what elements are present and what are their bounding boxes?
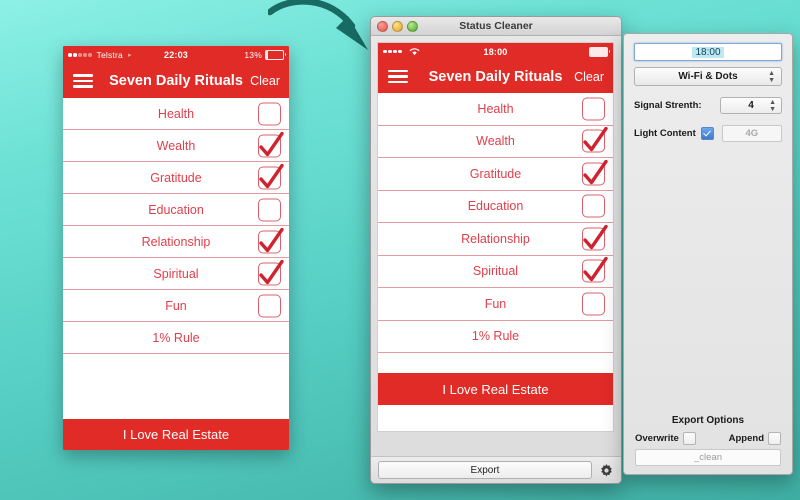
list-item-label: Spiritual [153, 266, 199, 281]
list-item[interactable]: Spiritual [63, 258, 289, 290]
window-title: Status Cleaner [459, 20, 533, 32]
list-item[interactable]: Wealth [378, 125, 613, 158]
append-label: Append [728, 433, 764, 444]
list-item-checkbox[interactable] [582, 162, 605, 186]
list-item-label: Spiritual [472, 264, 519, 279]
phone-footer-banner[interactable]: I Love Real Estate [63, 419, 289, 450]
light-content-label: Light Content [634, 128, 696, 139]
list-item[interactable]: Relationship [63, 226, 289, 258]
list-empty-space [63, 354, 289, 419]
phone-clock: 22:03 [163, 50, 189, 60]
list-item[interactable]: Spiritual [378, 255, 613, 288]
preview-clock: 18:00 [483, 46, 508, 57]
list-item-checkbox[interactable] [258, 262, 281, 285]
list-item-label: 1% Rule [152, 330, 200, 345]
list-item-label: Wealth [156, 138, 196, 153]
phone-preview: 18:00 Seven Daily Rituals Clear Health We… [377, 42, 614, 432]
iphone-mockup: Telstra ▸ 22:03 13% Seven Daily Rituals … [63, 46, 289, 450]
hamburger-icon[interactable] [73, 74, 93, 88]
list-item-label: Education [148, 202, 204, 217]
list-item-checkbox[interactable] [582, 259, 605, 283]
list-item-checkbox[interactable] [582, 129, 605, 153]
signal-strength-value: 4 [748, 100, 754, 111]
list-item-checkbox[interactable] [258, 102, 281, 125]
mac-window-body: 18:00 Seven Daily Rituals Clear Health We… [371, 36, 621, 432]
list-item-checkbox[interactable] [258, 134, 281, 157]
preview-nav-bar: Seven Daily Rituals Clear [378, 60, 613, 93]
list-item[interactable]: Health [378, 93, 613, 126]
export-button[interactable]: Export [378, 461, 592, 479]
carrier-input[interactable]: 4G [721, 125, 782, 142]
clear-button[interactable]: Clear [574, 70, 604, 84]
ritual-list: Health Wealth Gratitude Education Relationsh… [378, 93, 613, 353]
signal-strength-stepper[interactable]: 4 ▲ ▼ [720, 97, 782, 114]
signal-strength-row: Signal Strenth: 4 ▲ ▼ [634, 97, 782, 114]
status-style-select[interactable]: Wi-Fi & Dots ▲ ▼ [634, 67, 782, 86]
list-item[interactable]: Gratitude [378, 158, 613, 191]
overwrite-checkbox[interactable] [682, 432, 696, 445]
phone-status-bar: Telstra ▸ 22:03 13% [63, 46, 289, 64]
list-item[interactable]: Fun [378, 288, 613, 321]
list-item-checkbox[interactable] [582, 194, 605, 218]
settings-form: 18:00 Wi-Fi & Dots ▲ ▼ Signal Strenth: 4 … [624, 34, 792, 142]
list-item-label: Relationship [141, 234, 211, 249]
mac-title-bar[interactable]: Status Cleaner [371, 17, 621, 36]
list-item-checkbox[interactable] [258, 166, 281, 189]
preview-status-bar: 18:00 [378, 43, 613, 60]
list-item-label: Gratitude [469, 166, 522, 181]
chevron-updown-icon: ▲ ▼ [769, 98, 776, 113]
phone-nav-bar: Seven Daily Rituals Clear [63, 64, 289, 98]
list-item[interactable]: 1% Rule [63, 322, 289, 354]
ritual-list: Health Wealth Gratitude Education Relationsh… [63, 98, 289, 354]
list-item[interactable]: 1% Rule [378, 320, 613, 353]
signal-strength-label: Signal Strenth: [634, 100, 702, 111]
mac-window: Status Cleaner 18:00 Seven Daily Rituals… [370, 16, 622, 484]
list-item[interactable]: Fun [63, 290, 289, 322]
list-item[interactable]: Gratitude [63, 162, 289, 194]
list-item-label: Wealth [476, 134, 515, 149]
time-input-value: 18:00 [692, 46, 724, 58]
list-item[interactable]: Relationship [378, 223, 613, 256]
light-content-checkbox[interactable] [700, 127, 714, 140]
clear-button[interactable]: Clear [250, 74, 280, 88]
list-item-checkbox[interactable] [258, 198, 281, 221]
battery-icon [589, 46, 610, 57]
list-item-checkbox[interactable] [258, 294, 281, 317]
mac-toolbar: Export [371, 456, 621, 483]
status-style-value: Wi-Fi & Dots [678, 71, 738, 82]
list-item-label: Health [157, 106, 195, 121]
list-item[interactable]: Health [63, 98, 289, 130]
light-content-row: Light Content 4G [634, 125, 782, 142]
gear-icon[interactable] [599, 463, 614, 478]
list-item[interactable]: Wealth [63, 130, 289, 162]
list-item-label: Gratitude [150, 170, 202, 185]
overwrite-label: Overwrite [635, 433, 679, 444]
list-item-checkbox[interactable] [258, 230, 281, 253]
list-item-label: Education [467, 199, 524, 214]
preview-footer-banner[interactable]: I Love Real Estate [378, 373, 613, 405]
list-item-label: Fun [165, 298, 187, 313]
list-item-label: Health [477, 101, 514, 116]
list-item-checkbox[interactable] [582, 97, 605, 121]
settings-panel: 18:00 Wi-Fi & Dots ▲ ▼ Signal Strenth: 4 … [623, 33, 793, 475]
export-options-title: Export Options [671, 415, 745, 426]
list-item-checkbox[interactable] [582, 292, 605, 316]
list-empty-space [378, 353, 613, 373]
list-item-label: Fun [484, 296, 507, 311]
list-item-checkbox[interactable] [582, 227, 605, 251]
append-checkbox[interactable] [768, 432, 781, 445]
export-options-row: Overwrite Append [635, 432, 781, 445]
suffix-input[interactable]: _clean [635, 449, 781, 466]
time-input[interactable]: 18:00 [634, 43, 782, 61]
chevron-updown-icon: ▲ ▼ [768, 69, 775, 84]
list-item-label: Relationship [461, 231, 530, 246]
list-item-label: 1% Rule [471, 329, 520, 344]
list-item[interactable]: Education [378, 190, 613, 223]
hamburger-icon[interactable] [388, 69, 408, 84]
list-item[interactable]: Education [63, 194, 289, 226]
